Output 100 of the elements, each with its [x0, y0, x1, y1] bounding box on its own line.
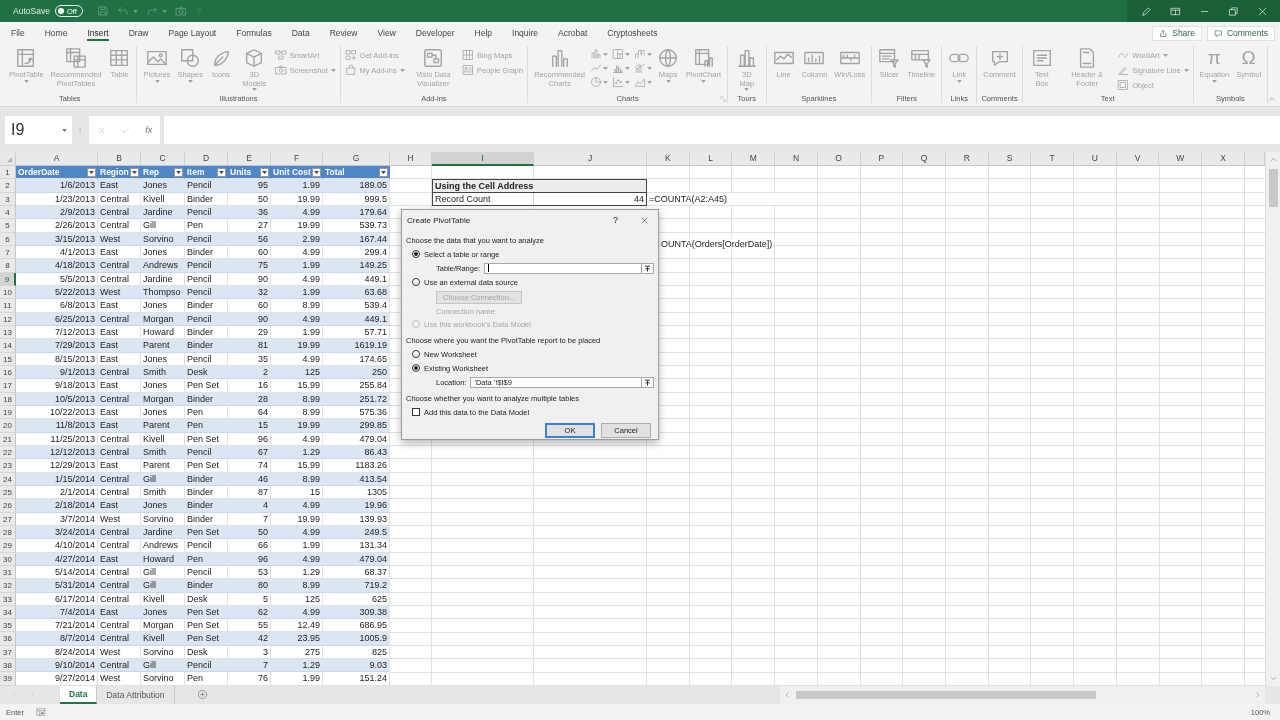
insert-function-button[interactable]: fx	[145, 125, 153, 135]
undo-icon[interactable]	[116, 5, 129, 17]
ribbon-tab[interactable]: Review	[329, 25, 358, 41]
close-icon[interactable]	[640, 215, 649, 225]
header-letter[interactable]: E	[228, 152, 271, 166]
ribbon-tab[interactable]: Help	[474, 25, 493, 41]
row-number[interactable]: 8	[0, 259, 16, 273]
header-letter[interactable]: N	[775, 152, 818, 166]
row-number[interactable]: 17	[0, 379, 16, 393]
ribbon-tab[interactable]: Insert	[87, 25, 109, 41]
table-range-field[interactable]	[484, 262, 642, 274]
camera-icon[interactable]	[174, 5, 187, 17]
filter-button[interactable]	[174, 167, 183, 177]
row-number[interactable]: 5	[0, 219, 16, 233]
header-letter[interactable]: F	[271, 152, 323, 166]
row-number[interactable]: 29	[0, 539, 16, 553]
scrollbar-thumb[interactable]	[1268, 169, 1278, 207]
header-letter[interactable]: V	[1116, 152, 1160, 166]
close-icon[interactable]	[1257, 5, 1268, 17]
filter-button[interactable]	[379, 167, 388, 177]
ribbon-tab[interactable]: Data	[291, 25, 310, 41]
header-letter[interactable]: T	[1031, 152, 1075, 166]
filter-button[interactable]	[260, 167, 269, 177]
scroll-right-icon[interactable]	[1254, 691, 1262, 699]
header-letter[interactable]: G	[323, 152, 390, 166]
row-number[interactable]: 1	[0, 166, 16, 180]
filter-button[interactable]	[312, 167, 321, 177]
header-letter[interactable]: K	[647, 152, 690, 166]
scroll-left-icon[interactable]	[783, 691, 791, 699]
row-number[interactable]: 20	[0, 419, 16, 433]
row-number[interactable]: 14	[0, 339, 16, 353]
header-letter[interactable]: H	[390, 152, 432, 166]
scroll-down-icon[interactable]	[1268, 674, 1278, 683]
help-button[interactable]: ?	[613, 215, 618, 225]
redo-icon[interactable]	[145, 5, 158, 17]
ribbon-tab[interactable]: File	[11, 25, 25, 41]
header-letter[interactable]: W	[1159, 152, 1203, 166]
macro-record-icon[interactable]	[35, 707, 46, 717]
save-icon[interactable]	[96, 5, 109, 17]
comments-button[interactable]: Comments	[1206, 25, 1275, 41]
ribbon-tab[interactable]: Cryptosheets	[607, 25, 658, 41]
vertical-scrollbar[interactable]	[1265, 152, 1280, 686]
row-number[interactable]: 35	[0, 619, 16, 633]
select-all-button[interactable]	[0, 152, 16, 166]
header-letter[interactable]: B	[98, 152, 141, 166]
ribbon-tab[interactable]: Inquire	[512, 25, 539, 41]
header-letter[interactable]: M	[732, 152, 776, 166]
header-letter[interactable]: A	[16, 152, 98, 166]
header-letter[interactable]: J	[534, 152, 647, 166]
row-number[interactable]: 2	[0, 179, 16, 193]
ribbon-tab[interactable]: Acrobat	[558, 25, 588, 41]
cancel-icon[interactable]	[96, 125, 106, 135]
radio-button[interactable]	[412, 250, 420, 258]
header-letter[interactable]: U	[1074, 152, 1117, 166]
ribbon-tab[interactable]: Developer	[415, 25, 455, 41]
share-button[interactable]: Share	[1152, 25, 1202, 41]
row-number[interactable]: 36	[0, 632, 16, 646]
ribbon-display-icon[interactable]	[1170, 5, 1181, 17]
header-letter[interactable]: S	[988, 152, 1032, 166]
header-letter[interactable]: I	[432, 152, 534, 166]
restore-icon[interactable]	[1228, 5, 1239, 17]
filter-button[interactable]	[130, 167, 139, 177]
checkbox[interactable]	[412, 408, 420, 416]
header-letter[interactable]: C	[141, 152, 185, 166]
row-number[interactable]: 26	[0, 499, 16, 513]
radio-button[interactable]	[412, 364, 420, 372]
range-select-button[interactable]	[641, 376, 654, 388]
formula-input[interactable]	[164, 116, 1280, 144]
header-letter[interactable]	[1244, 152, 1265, 166]
header-letter[interactable]: P	[860, 152, 904, 166]
radio-button[interactable]	[412, 350, 420, 358]
name-box[interactable]: I9	[5, 116, 72, 144]
ribbon-tab[interactable]: Page Layout	[168, 25, 217, 41]
sheet-tab[interactable]: Data	[60, 686, 98, 704]
row-number[interactable]: 11	[0, 299, 16, 313]
header-letter[interactable]: O	[817, 152, 861, 166]
filter-button[interactable]	[87, 167, 96, 177]
header-letter[interactable]: D	[185, 152, 228, 166]
radio-button[interactable]	[412, 278, 420, 286]
row-number[interactable]: 38	[0, 659, 16, 673]
filter-button[interactable]	[217, 167, 226, 177]
scrollbar-thumb[interactable]	[796, 691, 1096, 699]
ribbon-tab[interactable]: Home	[44, 25, 68, 41]
ribbon-tab[interactable]: Formulas	[236, 25, 272, 41]
header-letter[interactable]: L	[689, 152, 733, 166]
pen-icon[interactable]	[1141, 5, 1152, 17]
header-letter[interactable]: Q	[903, 152, 946, 166]
horizontal-scrollbar[interactable]	[780, 686, 1265, 704]
customize-caret-icon[interactable]	[194, 7, 203, 15]
row-number[interactable]: 32	[0, 579, 16, 593]
scroll-up-icon[interactable]	[1268, 155, 1278, 164]
row-number[interactable]: 39	[0, 672, 16, 686]
ribbon-tab[interactable]: View	[377, 25, 396, 41]
header-letter[interactable]: R	[945, 152, 989, 166]
row-number[interactable]: 23	[0, 459, 16, 473]
add-sheet-icon[interactable]	[196, 689, 208, 700]
range-select-button[interactable]	[641, 262, 654, 274]
ribbon-tab[interactable]: Draw	[128, 25, 149, 41]
header-letter[interactable]: X	[1202, 152, 1245, 166]
check-icon[interactable]	[121, 125, 130, 135]
